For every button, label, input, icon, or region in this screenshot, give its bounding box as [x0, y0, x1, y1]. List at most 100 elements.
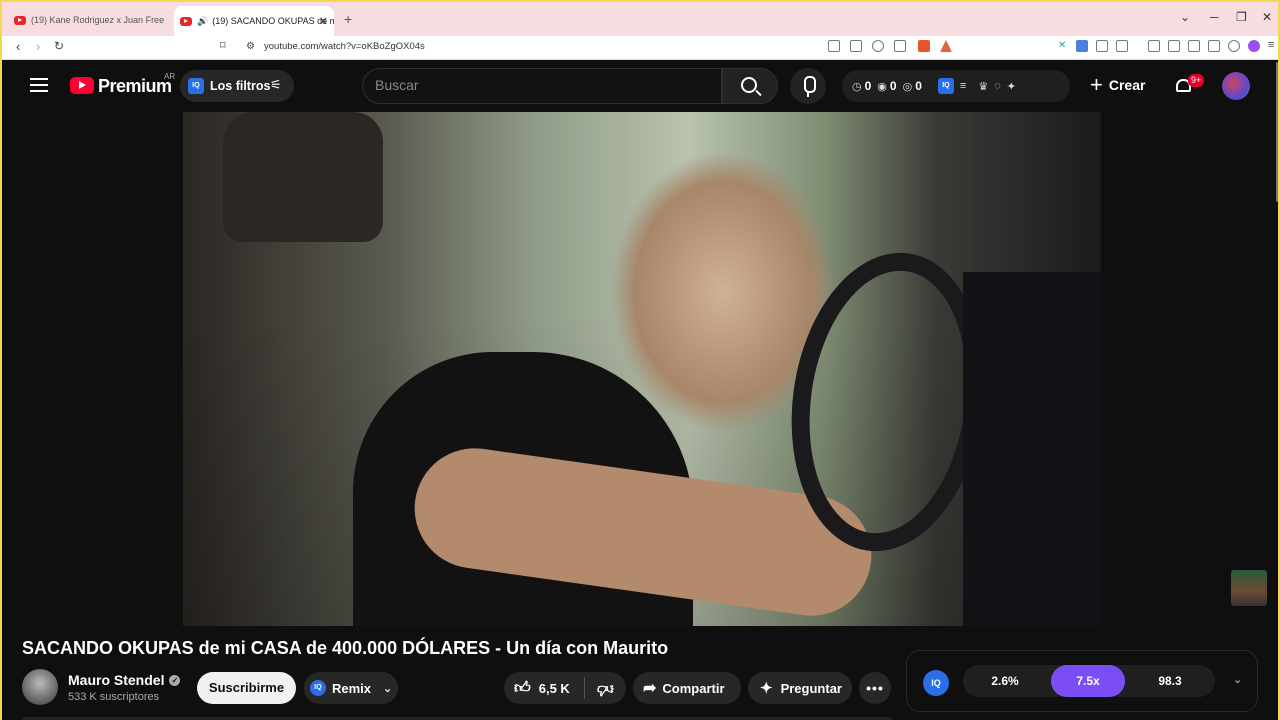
account-avatar[interactable] — [1222, 72, 1250, 100]
search-icon — [741, 77, 757, 93]
channel-avatar[interactable] — [22, 669, 58, 705]
share-label: Compartir — [662, 680, 725, 696]
create-button[interactable]: + Crear — [1090, 72, 1146, 97]
iq-stats-pill[interactable]: ◷ 0 ◉ 0 ◎ 0 IQ ≡ ♛ ◌ ✦ — [842, 70, 1070, 102]
chevron-down-icon[interactable]: ⌄ — [383, 682, 392, 695]
iq-extension-icon: IQ — [188, 78, 204, 94]
subscribe-button[interactable]: Suscribirme — [197, 672, 296, 704]
browser-window: (19) Kane Rodriguez x Juan Freer - Pl 🔊 … — [0, 0, 1280, 720]
iq-speed-panel: IQ 2.6% 7.5x 98.3 ⌄ — [906, 650, 1258, 712]
zoom-icon[interactable] — [872, 40, 884, 52]
extension-x-icon[interactable]: ✕ — [1058, 40, 1070, 52]
share-button[interactable]: ➦ Compartir — [633, 672, 741, 704]
translate-icon[interactable] — [1076, 40, 1088, 52]
hidden-stat: ◎ 0 — [902, 79, 922, 93]
like-count[interactable]: 6,5 K — [539, 681, 570, 696]
filters-button[interactable]: IQ Los filtros ⚟ — [180, 70, 294, 102]
share-icon: ➦ — [643, 680, 657, 697]
speed-selector: 2.6% 7.5x 98.3 — [963, 665, 1215, 697]
speed-option[interactable]: 2.6% — [973, 665, 1037, 697]
mini-avatar-thumbnail[interactable] — [1231, 570, 1267, 606]
tab-strip: (19) Kane Rodriguez x Juan Freer - Pl 🔊 … — [2, 2, 1278, 36]
iq-extension-icon: IQ — [310, 680, 326, 696]
tab-label: (19) Kane Rodriguez x Juan Freer - Pl — [31, 15, 164, 25]
tune-icon: ⚟ — [270, 77, 282, 92]
close-window-button[interactable]: ✕ — [1262, 10, 1272, 24]
puzzle-icon[interactable] — [1096, 40, 1108, 52]
youtube-favicon-icon — [180, 16, 192, 26]
extension-icon[interactable] — [828, 40, 840, 52]
vpn-icon[interactable] — [1228, 40, 1240, 52]
sparkle-icon[interactable]: ✦ — [1007, 80, 1016, 93]
search-box — [362, 68, 722, 104]
hamburger-menu-icon[interactable] — [30, 78, 48, 92]
youtube-favicon-icon — [14, 15, 26, 25]
tab-search-chevron-icon[interactable]: ⌄ — [1180, 10, 1190, 24]
new-tab-button[interactable]: + — [344, 11, 352, 27]
youtube-logo-icon[interactable] — [70, 77, 94, 94]
speed-option-active[interactable]: 7.5x — [1051, 665, 1125, 697]
like-dislike-group: 👍︎ 6,5 K 👍︎ — [504, 672, 626, 704]
video-frame-seat — [223, 112, 383, 242]
premium-logo-text[interactable]: Premium — [98, 76, 172, 97]
iq-extension-icon[interactable]: IQ — [923, 670, 949, 696]
video-player[interactable] — [183, 112, 1101, 626]
remix-label: Remix — [332, 680, 372, 696]
remix-button[interactable]: IQ Remix ⌄ — [304, 672, 398, 704]
wallet-icon[interactable] — [1188, 40, 1200, 52]
eye-icon: ◉ — [877, 80, 887, 93]
channel-name-row[interactable]: Mauro Stendel ✓ — [68, 672, 181, 688]
trophy-icon[interactable]: ♛ — [978, 80, 988, 93]
watch-stat: ◉ 0 — [877, 79, 897, 93]
back-icon[interactable]: ‹ — [16, 39, 20, 54]
filters-label: Los filtros — [210, 79, 271, 93]
site-info-icon[interactable]: ⚙ — [246, 41, 255, 52]
dislike-icon[interactable]: 👍︎ — [597, 679, 614, 698]
verified-icon: ✓ — [169, 674, 181, 686]
menu-icon[interactable]: ≡ — [1268, 39, 1274, 51]
search-button[interactable] — [722, 68, 778, 104]
speaker-icon: 🔊 — [197, 15, 209, 26]
brave-shield-icon[interactable] — [918, 40, 930, 52]
profile-icon[interactable] — [1248, 40, 1260, 52]
sidebar-icon[interactable] — [1168, 40, 1180, 52]
share-page-icon[interactable] — [894, 40, 906, 52]
channel-name[interactable]: Mauro Stendel — [68, 672, 164, 688]
ask-button[interactable]: ✦ Preguntar — [748, 672, 852, 704]
minimize-button[interactable]: ─ — [1210, 10, 1219, 24]
more-actions-button[interactable]: ••• — [859, 672, 891, 704]
tab-kane-rodriguez[interactable]: (19) Kane Rodriguez x Juan Freer - Pl — [14, 8, 164, 32]
youtube-header: Premium AR IQ Los filtros ⚟ ◷0 ◉0 ◎0 IQ … — [2, 60, 1278, 112]
bookmark-icon[interactable]: ⌑ — [220, 39, 226, 52]
create-label: Crear — [1108, 77, 1146, 93]
eye-off-icon: ◎ — [902, 80, 913, 93]
like-icon[interactable]: 👍︎ — [514, 679, 531, 698]
brave-rewards-icon[interactable] — [940, 40, 952, 52]
close-tab-icon[interactable]: ✕ — [319, 15, 328, 28]
speed-option[interactable]: 98.3 — [1137, 665, 1203, 697]
chevron-down-icon[interactable]: ⌄ — [1233, 673, 1242, 686]
ask-label: Preguntar — [780, 680, 842, 696]
maximize-button[interactable]: ❐ — [1236, 10, 1247, 24]
media-icon[interactable] — [1148, 40, 1160, 52]
voice-search-icon[interactable] — [790, 68, 826, 104]
list-icon[interactable]: ≡ — [960, 80, 966, 92]
sparkle-icon: ✦ — [760, 680, 773, 697]
leo-icon[interactable] — [1208, 40, 1220, 52]
tab-sacando-okupas[interactable]: 🔊 (19) SACANDO OKUPAS de mi ✕ — [174, 6, 334, 36]
url-field[interactable]: youtube.com/watch?v=oKBoZgOX04s — [264, 41, 425, 52]
video-title: SACANDO OKUPAS de mi CASA de 400.000 DÓL… — [22, 638, 669, 658]
reload-icon[interactable]: ↻ — [54, 39, 64, 53]
country-code: AR — [164, 72, 176, 81]
plus-icon: + — [1090, 72, 1103, 97]
tab-label: (19) SACANDO OKUPAS de mi — [212, 16, 334, 26]
divider — [583, 677, 585, 699]
cast-icon[interactable] — [850, 40, 862, 52]
screenshot-icon[interactable] — [1116, 40, 1128, 52]
forward-icon[interactable]: › — [36, 39, 40, 54]
views-stat: ◷ 0 — [852, 79, 872, 93]
chat-icon[interactable]: ◌ — [994, 80, 1001, 92]
search-input[interactable] — [375, 77, 705, 93]
page-scrollbar[interactable] — [1276, 62, 1278, 202]
subscriber-count: 533 K suscriptores — [68, 691, 160, 703]
